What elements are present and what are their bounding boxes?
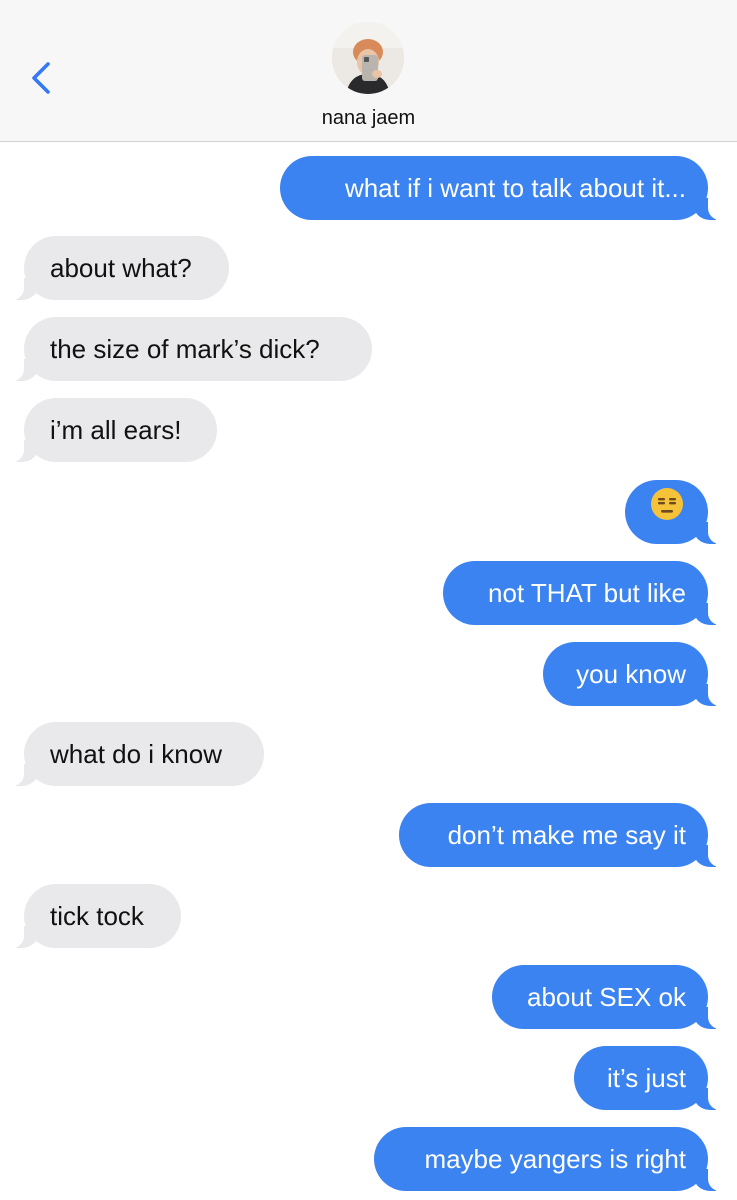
message-bubble-received[interactable]: tick tock: [2, 884, 181, 948]
message-bubble-sent[interactable]: it’s just: [574, 1046, 730, 1110]
expressionless-face-emoji: [650, 480, 684, 544]
message-text: tick tock: [50, 901, 144, 931]
message-bubble-sent[interactable]: you know: [543, 642, 730, 706]
message-bubble-sent[interactable]: don’t make me say it: [399, 803, 730, 867]
message-text: i’m all ears!: [50, 415, 182, 445]
message-text: the size of mark’s dick?: [50, 334, 320, 364]
message-text: don’t make me say it: [447, 820, 686, 850]
conversation-header: nana jaem: [0, 0, 737, 142]
message-bubble-sent[interactable]: about SEX ok: [492, 965, 730, 1029]
message-text: it’s just: [607, 1063, 686, 1093]
contact-avatar[interactable]: [332, 22, 404, 94]
message-bubble-sent[interactable]: not THAT but like: [443, 561, 730, 625]
message-text: about SEX ok: [527, 982, 686, 1012]
message-bubble-received[interactable]: the size of mark’s dick?: [2, 317, 372, 381]
contact-name[interactable]: nana jaem: [0, 107, 737, 130]
message-bubble-sent[interactable]: [625, 480, 730, 544]
message-bubble-received[interactable]: what do i know: [2, 722, 264, 786]
message-bubble-received[interactable]: i’m all ears!: [2, 398, 217, 462]
message-text: you know: [576, 659, 686, 689]
message-text: what if i want to talk about it...: [344, 173, 686, 203]
avatar-photo-icon: [332, 22, 404, 94]
message-text: about what?: [50, 253, 192, 283]
message-list: what if i want to talk about it... about…: [0, 142, 737, 1200]
message-bubble-sent[interactable]: what if i want to talk about it...: [280, 156, 730, 220]
chevron-left-icon: [32, 62, 50, 94]
back-button[interactable]: [26, 56, 60, 100]
message-bubble-received[interactable]: about what?: [2, 236, 229, 300]
message-text: not THAT but like: [488, 578, 686, 608]
message-text: maybe yangers is right: [424, 1144, 686, 1174]
message-text: what do i know: [50, 739, 222, 769]
message-bubble-sent[interactable]: maybe yangers is right: [374, 1127, 730, 1191]
